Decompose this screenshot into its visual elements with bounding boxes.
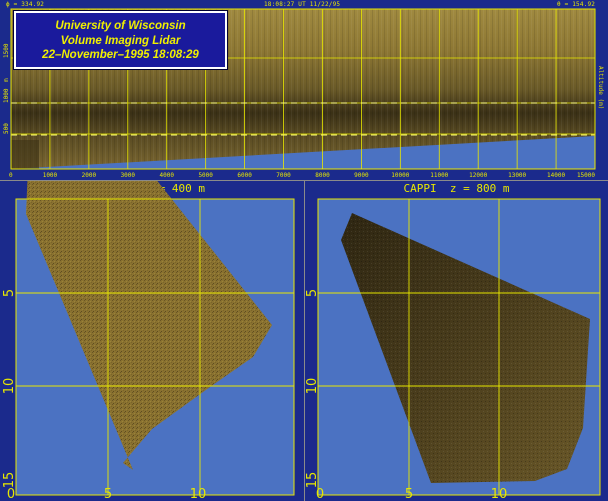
title-institution: University of Wisconsin [55,20,186,32]
rhi-y-tick: 1500 [3,43,10,58]
cappi-right-panel: CAPPI z = 800 m 0 5 10 5 10 15 [305,181,608,501]
cappi-right-plot: 0 5 10 5 10 15 [305,198,601,501]
cappi-left-panel: CAPPI z = 400 m 0 5 10 5 10 15 [0,181,305,501]
cappi-left-y-tick: 5 [2,289,17,297]
rhi-x-tick: 3000 [121,172,136,179]
cappi-left-x-tick: 10 [190,487,207,501]
cappi-left-y-tick: 15 [2,472,17,489]
title-datetime: 22–November–1995 18:08:29 [42,49,199,61]
rhi-x-tick: 4000 [160,172,175,179]
rhi-x-tick-labels: 0 1000 2000 3000 4000 5000 6000 7000 8000 9000 100… [9,172,595,179]
cappi-right-y-tick: 5 [305,289,320,297]
rhi-x-tick: 10000 [391,172,409,179]
rhi-panel: ϕ = 334.92 18:08:27 UT 11/22/95 θ = 154.… [0,0,608,181]
rhi-y-unit: m [3,78,10,82]
cappi-right-y-tick: 15 [305,472,320,489]
rhi-x-tick: 7000 [276,172,291,179]
cappi-right-x-tick: 5 [405,487,413,501]
rhi-x-tick: 9000 [354,172,369,179]
title-instrument: Volume Imaging Lidar [60,34,181,47]
rhi-x-tick: 15000 [577,172,595,179]
rhi-x-tick: 11000 [430,172,448,179]
cappi-left-y-tick: 10 [2,378,17,395]
cappi-right-x-tick: 10 [491,487,508,501]
rhi-x-tick: 12000 [469,172,487,179]
rhi-y-tick: 1000 [3,88,10,103]
cappi-left-x-tick: 5 [104,487,112,501]
cappi-left-plot: 0 5 10 5 10 15 [2,181,295,501]
rhi-x-tick: 2000 [82,172,97,179]
rhi-x-tick: 6000 [237,172,252,179]
altitude-axis-label: Altitude (m) [597,66,604,109]
title-box: University of Wisconsin Volume Imaging L… [14,11,227,69]
rhi-x-tick: 14000 [547,172,565,179]
rhi-y-tick-labels: 500 1000 1500 m [3,43,10,134]
rhi-x-tick: 5000 [198,172,213,179]
cappi-right-y-tick: 10 [305,378,320,395]
rhi-y-tick: 500 [3,123,10,134]
rhi-x-tick: 13000 [508,172,526,179]
rhi-x-tick: 1000 [43,172,58,179]
rhi-x-tick: 8000 [315,172,330,179]
rhi-x-tick: 0 [9,172,13,179]
